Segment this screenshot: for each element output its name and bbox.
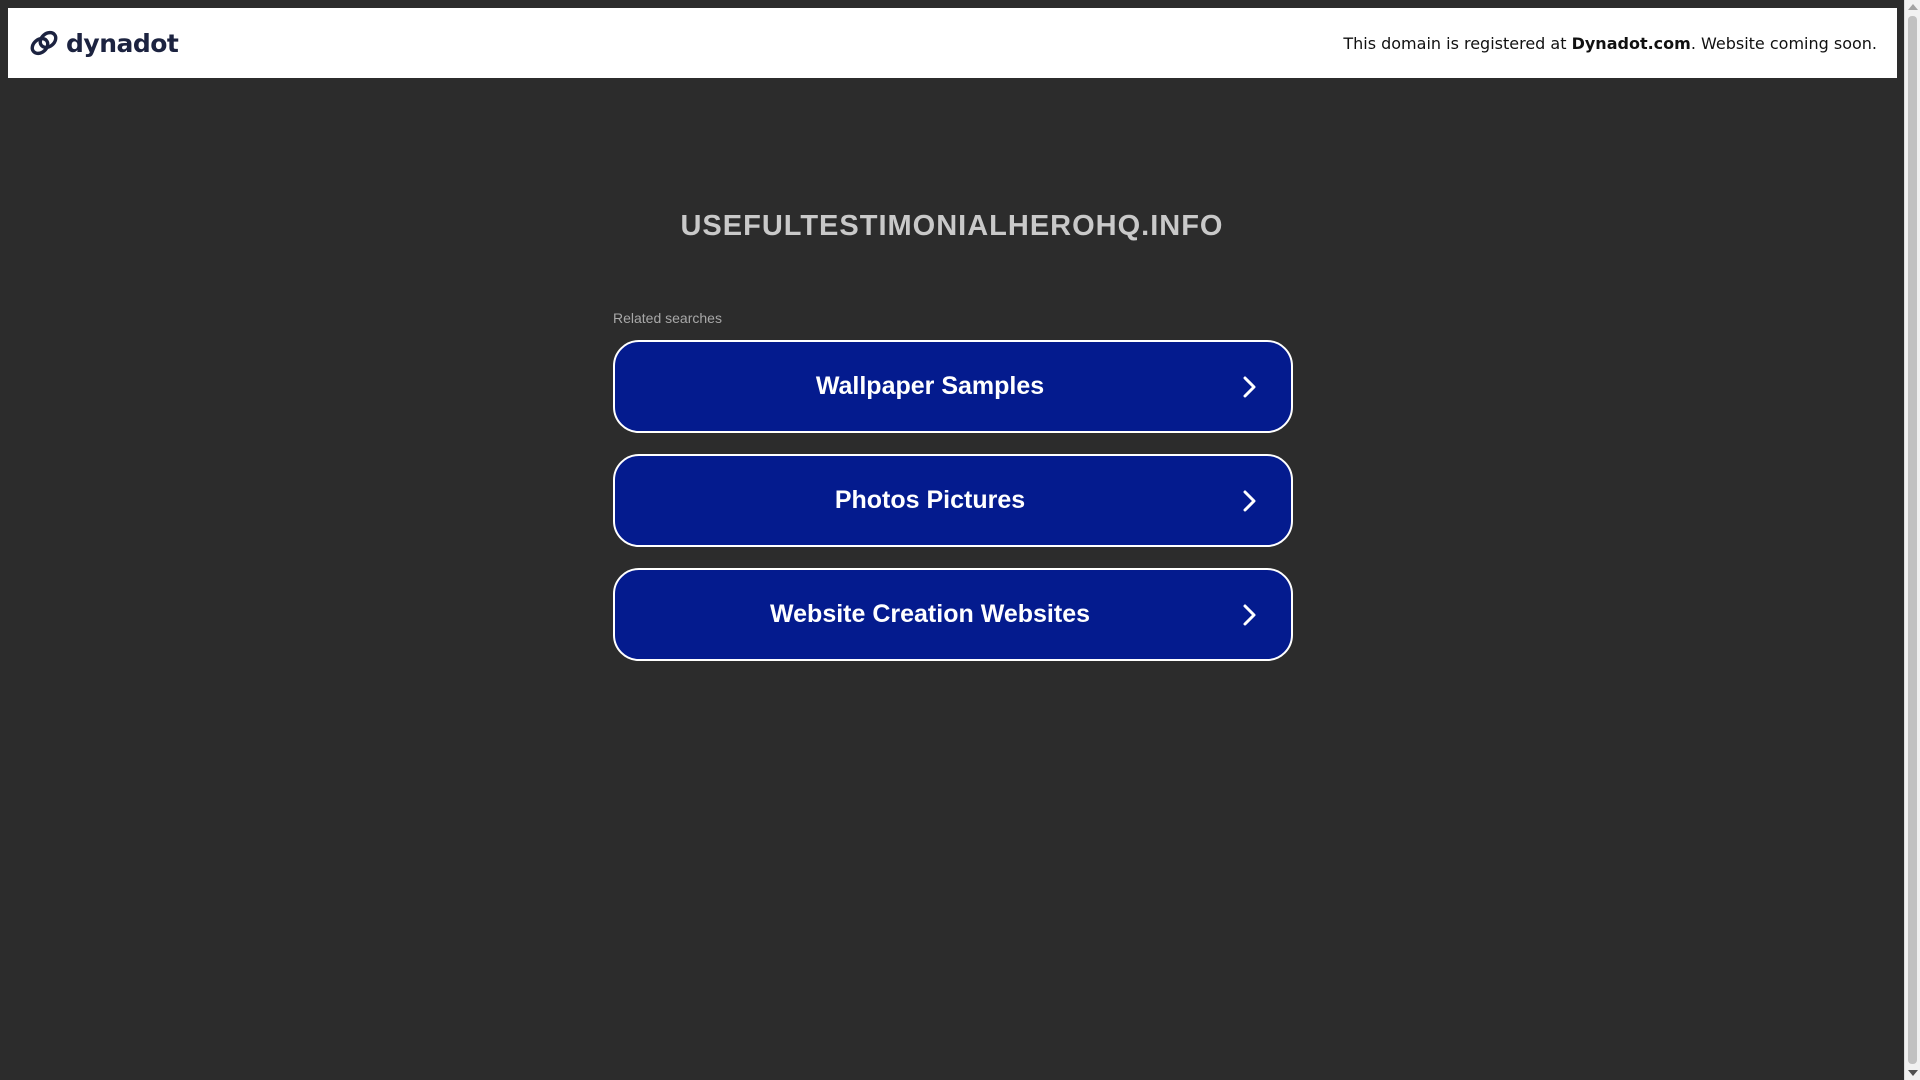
page-viewport: dynadot This domain is registered at Dyn… bbox=[0, 0, 1904, 1080]
search-button-photos-pictures[interactable]: Photos Pictures bbox=[613, 454, 1293, 547]
chevron-right-icon bbox=[1243, 376, 1256, 397]
scroll-down-arrow-icon[interactable] bbox=[1908, 1070, 1918, 1076]
scroll-up-arrow-icon[interactable] bbox=[1908, 4, 1918, 10]
notice-prefix: This domain is registered at bbox=[1343, 33, 1567, 53]
vertical-scrollbar[interactable] bbox=[1904, 0, 1920, 1080]
scrollbar-thumb[interactable] bbox=[1908, 16, 1917, 1064]
top-header: dynadot This domain is registered at Dyn… bbox=[8, 8, 1897, 78]
chevron-right-icon bbox=[1243, 604, 1256, 625]
registration-notice: This domain is registered at Dynadot.com… bbox=[1343, 34, 1877, 53]
dynadot-logo-icon bbox=[30, 30, 58, 56]
search-button-label: Photos Pictures bbox=[834, 486, 1026, 514]
brand-name: dynadot bbox=[66, 28, 179, 58]
related-searches: Related searches Wallpaper Samples Photo… bbox=[613, 310, 1293, 682]
domain-title: USEFULTESTIMONIALHEROHQ.INFO bbox=[680, 210, 1224, 242]
dynadot-link[interactable]: Dynadot.com bbox=[1572, 34, 1691, 53]
search-button-label: Wallpaper Samples bbox=[815, 372, 1045, 400]
notice-suffix: . Website coming soon. bbox=[1690, 33, 1877, 53]
dynadot-brand[interactable]: dynadot bbox=[28, 27, 179, 59]
related-searches-label: Related searches bbox=[613, 310, 722, 326]
chevron-right-icon bbox=[1243, 490, 1256, 511]
search-button-label: Website Creation Websites bbox=[770, 600, 1090, 628]
search-button-website-creation-websites[interactable]: Website Creation Websites bbox=[613, 568, 1293, 661]
search-button-wallpaper-samples[interactable]: Wallpaper Samples bbox=[613, 340, 1293, 433]
